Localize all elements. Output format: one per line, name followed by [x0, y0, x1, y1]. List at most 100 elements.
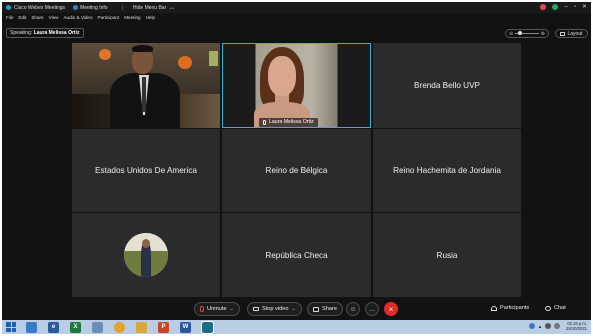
- app-title: Cisco Webex Meetings: [14, 4, 66, 11]
- camera-icon: [253, 307, 259, 311]
- chat-label: Chat: [554, 305, 566, 311]
- video-tile-rusia[interactable]: Rusia: [373, 213, 521, 297]
- video-tile-participant-1[interactable]: [72, 43, 220, 128]
- minimize-button[interactable]: –: [564, 4, 567, 10]
- video-tile-belgica[interactable]: Reino de Bélgica: [222, 129, 371, 212]
- info-icon[interactable]: [73, 5, 79, 10]
- chat-icon: [545, 305, 551, 311]
- wall-picture: [209, 51, 218, 66]
- pumpkin-decoration: [178, 56, 192, 69]
- tray-arrow-icon[interactable]: ▲: [538, 324, 542, 329]
- zoom-in-icon[interactable]: ⊕: [541, 31, 545, 37]
- windows-taskbar: e X P W ▲ 02:18 p.m. 28/10/2021: [2, 320, 591, 334]
- video-tile-checa[interactable]: República Checa: [222, 213, 371, 297]
- menu-edit[interactable]: Edit: [18, 15, 26, 20]
- meeting-info-link[interactable]: Meeting Info: [80, 5, 108, 11]
- layout-icon: [560, 31, 566, 36]
- zoom-out-icon[interactable]: ⊖: [509, 31, 513, 37]
- more-icon: ...: [369, 305, 375, 313]
- network-icon[interactable]: [545, 323, 552, 329]
- participant-face: [268, 56, 296, 96]
- participant-name: Laura Melissa Ortiz: [269, 119, 314, 125]
- word-icon[interactable]: W: [180, 321, 191, 333]
- participant-hair: [132, 45, 153, 52]
- stop-video-button[interactable]: Stop video ⌄: [247, 302, 302, 316]
- menu-bar: File Edit Share View Audio & Video Parti…: [2, 13, 591, 22]
- tray-icon[interactable]: [528, 323, 535, 329]
- pumpkin-decoration: [99, 49, 111, 60]
- volume-icon[interactable]: [554, 323, 561, 329]
- participant-tie: [142, 77, 146, 112]
- participant-name: Brenda Bello UVP: [414, 81, 480, 90]
- avatar-head: [142, 239, 150, 248]
- layout-button[interactable]: Layout: [555, 29, 588, 38]
- participants-button[interactable]: Participants: [491, 305, 529, 311]
- webex-taskbar-icon[interactable]: [201, 320, 214, 334]
- title-bar: Cisco Webex Meetings Meeting Info | Hide…: [2, 2, 591, 13]
- chevron-up-icon[interactable]: ︿: [169, 4, 174, 11]
- end-meeting-button[interactable]: ×: [384, 302, 398, 316]
- video-tile-usa[interactable]: Estados Unidos De America: [72, 129, 220, 212]
- close-button[interactable]: ✕: [582, 3, 587, 10]
- participant-name: Estados Unidos De America: [95, 166, 197, 175]
- speaking-indicator: Speaking: Laura Melissa Ortiz: [6, 28, 84, 38]
- divider: |: [121, 4, 123, 11]
- reactions-button[interactable]: ☺: [346, 302, 360, 316]
- speaking-label: Speaking:: [10, 30, 33, 36]
- menu-help[interactable]: Help: [146, 15, 155, 20]
- menu-participant[interactable]: Participant: [98, 15, 120, 20]
- menu-share[interactable]: Share: [31, 15, 43, 20]
- unmute-button[interactable]: Unmute ⌄: [194, 302, 240, 316]
- participants-label: Participants: [500, 305, 530, 311]
- video-tile-active-speaker[interactable]: Laura Melissa Ortiz: [222, 43, 371, 128]
- menu-meeting[interactable]: Meeting: [124, 15, 140, 20]
- share-screen-icon: [313, 306, 319, 312]
- chevron-down-icon[interactable]: ⌄: [230, 306, 234, 312]
- restore-button[interactable]: ▫: [574, 4, 576, 10]
- desktop-icon[interactable]: [26, 321, 37, 333]
- system-tray: ▲ 02:18 p.m. 28/10/2021: [528, 321, 587, 331]
- video-tile-avatar[interactable]: [72, 213, 220, 297]
- app-icon[interactable]: [92, 321, 103, 333]
- connection-status-icon[interactable]: [552, 3, 559, 10]
- more-options-button[interactable]: ...: [365, 302, 379, 316]
- participants-icon: [491, 305, 497, 311]
- clock[interactable]: 02:18 p.m. 28/10/2021: [566, 321, 587, 331]
- file-explorer-icon[interactable]: [136, 321, 147, 333]
- chevron-down-icon[interactable]: ⌄: [291, 306, 295, 312]
- windows-start-icon[interactable]: [6, 322, 16, 332]
- microphone-muted-icon: [200, 306, 204, 312]
- hide-menu-bar-button[interactable]: Hide Menu Bar: [133, 5, 166, 11]
- meeting-controls: Unmute ⌄ Stop video ⌄ Share ☺ ... × Part…: [2, 300, 591, 318]
- clock-date: 28/10/2021: [566, 326, 587, 331]
- menu-view[interactable]: View: [49, 15, 59, 20]
- video-tile-brenda[interactable]: Brenda Bello UVP: [373, 43, 521, 128]
- video-tile-jordania[interactable]: Reino Hachemita de Jordania: [373, 129, 521, 212]
- speaking-name: Laura Melissa Ortiz: [33, 30, 80, 36]
- close-icon: ×: [388, 304, 394, 314]
- participant-name: República Checa: [265, 250, 328, 260]
- microphone-icon: [263, 120, 266, 125]
- recording-icon[interactable]: [540, 3, 547, 10]
- avatar: [124, 233, 168, 277]
- chat-button[interactable]: Chat: [545, 305, 566, 311]
- zoom-slider[interactable]: [515, 31, 539, 35]
- share-label: Share: [322, 306, 337, 312]
- menu-file[interactable]: File: [6, 15, 13, 20]
- internet-explorer-icon[interactable]: e: [48, 321, 59, 333]
- chrome-icon[interactable]: [114, 321, 125, 333]
- powerpoint-icon[interactable]: P: [158, 321, 169, 333]
- menu-audio-video[interactable]: Audio & Video: [63, 15, 92, 20]
- unmute-label: Unmute: [207, 306, 227, 312]
- smile-icon: ☺: [349, 305, 357, 313]
- zoom-control[interactable]: ⊖ ⊕: [505, 29, 549, 38]
- window-controls: – ▫ ✕: [540, 3, 587, 10]
- excel-icon[interactable]: X: [70, 321, 81, 333]
- webex-logo-icon: [6, 5, 11, 10]
- participant-name: Reino Hachemita de Jordania: [393, 166, 501, 175]
- participant-name: Reino de Bélgica: [265, 166, 328, 175]
- zoom-slider-knob[interactable]: [518, 31, 523, 35]
- layout-label: Layout: [567, 30, 583, 37]
- stop-video-label: Stop video: [262, 306, 289, 312]
- share-button[interactable]: Share: [307, 302, 343, 316]
